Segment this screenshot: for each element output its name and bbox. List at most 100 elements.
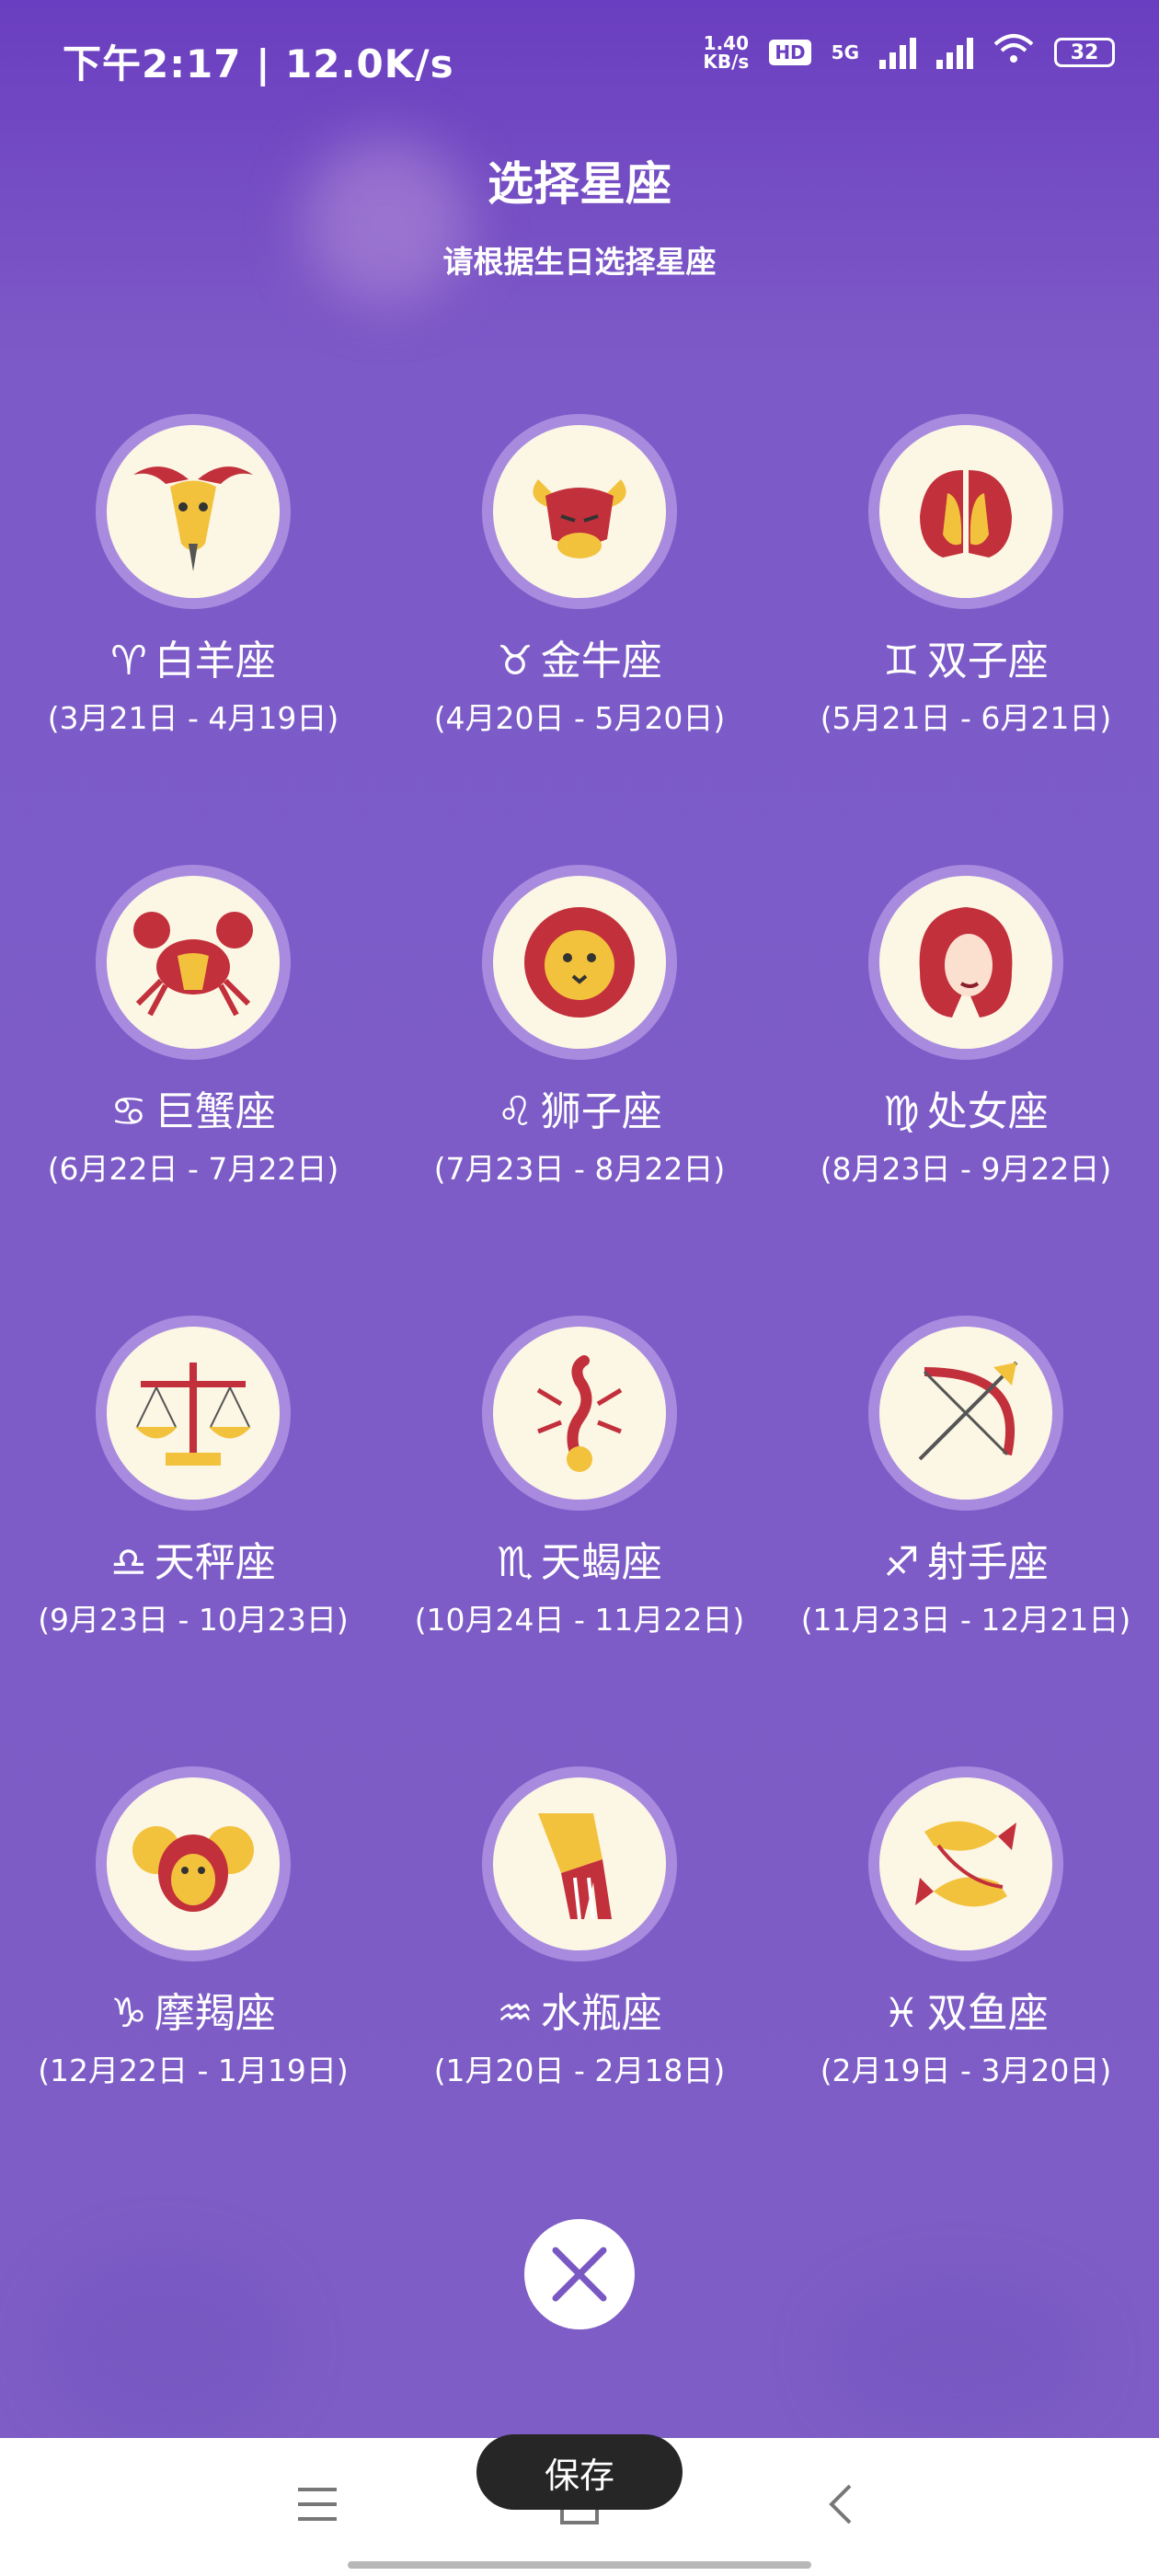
zodiac-avatar[interactable] — [482, 865, 677, 1060]
zodiac-item[interactable]: ♋ 巨蟹座 (6月22日 - 7月22日) — [0, 865, 386, 1251]
zodiac-name-text: 水瓶座 — [540, 1990, 662, 2037]
zodiac-name-text: 摩羯座 — [154, 1990, 276, 2037]
zodiac-dates: (12月22日 - 1月19日) — [38, 2053, 349, 2088]
zodiac-name: ♌ 狮子座 — [386, 1078, 773, 1137]
zodiac-item[interactable]: ♊ 双子座 (5月21日 - 6月21日) — [773, 414, 1159, 800]
zodiac-item[interactable]: ♑ 摩羯座 (12月22日 - 1月19日) — [0, 1766, 386, 2153]
page-subtitle: 请根据生日选择星座 — [442, 244, 717, 280]
zodiac-name: ♒ 水瓶座 — [386, 1980, 773, 2039]
libra-scales-icon — [107, 1327, 280, 1500]
page-title: 选择星座 — [488, 157, 671, 211]
zodiac-dates: (4月20日 - 5月20日) — [433, 700, 726, 736]
zodiac-name: ♋ 巨蟹座 — [0, 1078, 386, 1137]
zodiac-name-text: 金牛座 — [540, 638, 662, 684]
zodiac-avatar[interactable] — [868, 1766, 1063, 1961]
zodiac-symbol-icon: ♍ — [883, 1088, 920, 1135]
zodiac-name-text: 双鱼座 — [926, 1990, 1049, 2037]
zodiac-dates: (9月23日 - 10月23日) — [38, 1602, 349, 1638]
zodiac-name-text: 白羊座 — [154, 638, 276, 684]
zodiac-avatar[interactable] — [482, 414, 677, 609]
5g-label: 5G — [831, 41, 859, 63]
zodiac-symbol-icon: ♎ — [110, 1539, 147, 1586]
status-time: 下午2:17 | 12.0K/s — [63, 41, 454, 86]
zodiac-name: ♈ 白羊座 — [0, 627, 386, 686]
zodiac-item[interactable]: ♍ 处女座 (8月23日 - 9月22日) — [773, 865, 1159, 1251]
scorpio-scorpion-icon — [493, 1327, 666, 1500]
zodiac-name: ♉ 金牛座 — [386, 627, 773, 686]
zodiac-symbol-icon: ♑ — [110, 1990, 147, 2037]
zodiac-name-text: 射手座 — [926, 1539, 1049, 1586]
zodiac-avatar[interactable] — [96, 414, 291, 609]
zodiac-symbol-icon: ♉ — [497, 638, 534, 684]
zodiac-dates: (3月21日 - 4月19日) — [47, 700, 339, 736]
zodiac-symbol-icon: ♓ — [883, 1990, 920, 2037]
zodiac-name: ♍ 处女座 — [773, 1078, 1159, 1137]
virgo-maiden-icon — [879, 876, 1052, 1049]
wifi-icon — [993, 33, 1034, 72]
zodiac-dates: (6月22日 - 7月22日) — [47, 1151, 339, 1187]
zodiac-avatar[interactable] — [482, 1316, 677, 1511]
aries-ram-icon — [107, 425, 280, 598]
zodiac-dates: (5月21日 - 6月21日) — [820, 700, 1112, 736]
zodiac-symbol-icon: ♌ — [497, 1088, 534, 1135]
zodiac-name: ♐ 射手座 — [773, 1529, 1159, 1588]
zodiac-avatar[interactable] — [96, 865, 291, 1060]
hd-badge: HD — [769, 40, 811, 65]
gemini-twins-icon — [879, 425, 1052, 598]
cancer-crab-icon — [107, 876, 280, 1049]
capricorn-goat-icon — [107, 1777, 280, 1950]
taurus-bull-icon — [493, 425, 666, 598]
aquarius-water-icon — [493, 1777, 666, 1950]
zodiac-name: ♑ 摩羯座 — [0, 1980, 386, 2039]
back-icon[interactable] — [826, 2482, 854, 2530]
menu-icon[interactable] — [296, 2486, 339, 2526]
zodiac-dates: (11月23日 - 12月21日) — [800, 1602, 1131, 1638]
zodiac-name-text: 天蝎座 — [540, 1539, 662, 1586]
pisces-fish-icon — [879, 1777, 1052, 1950]
zodiac-item[interactable]: ♐ 射手座 (11月23日 - 12月21日) — [773, 1316, 1159, 1702]
zodiac-avatar[interactable] — [868, 414, 1063, 609]
zodiac-dates: (7月23日 - 8月22日) — [433, 1151, 726, 1187]
zodiac-item[interactable]: ♉ 金牛座 (4月20日 - 5月20日) — [386, 414, 773, 800]
zodiac-item[interactable]: ♏ 天蝎座 (10月24日 - 11月22日) — [386, 1316, 773, 1702]
save-button[interactable]: 保存 — [476, 2434, 683, 2510]
leo-lion-icon — [493, 876, 666, 1049]
zodiac-symbol-icon: ♋ — [110, 1088, 147, 1135]
zodiac-avatar[interactable] — [96, 1316, 291, 1511]
battery-icon: 32 — [1054, 38, 1115, 67]
zodiac-item[interactable]: ♈ 白羊座 (3月21日 - 4月19日) — [0, 414, 386, 800]
close-button[interactable] — [524, 2219, 635, 2329]
zodiac-dates: (10月24日 - 11月22日) — [414, 1602, 745, 1638]
zodiac-avatar[interactable] — [482, 1766, 677, 1961]
zodiac-avatar[interactable] — [868, 1316, 1063, 1511]
zodiac-name: ♊ 双子座 — [773, 627, 1159, 686]
zodiac-dates: (2月19日 - 3月20日) — [820, 2053, 1112, 2088]
zodiac-avatar[interactable] — [96, 1766, 291, 1961]
zodiac-name-text: 双子座 — [926, 638, 1049, 684]
zodiac-dates: (8月23日 - 9月22日) — [820, 1151, 1112, 1187]
zodiac-name-text: 处女座 — [926, 1088, 1049, 1135]
zodiac-name-text: 狮子座 — [540, 1088, 662, 1135]
zodiac-item[interactable]: ♎ 天秤座 (9月23日 - 10月23日) — [0, 1316, 386, 1702]
signal-icon-2 — [936, 36, 973, 69]
zodiac-item[interactable]: ♒ 水瓶座 (1月20日 - 2月18日) — [386, 1766, 773, 2153]
zodiac-name: ♏ 天蝎座 — [386, 1529, 773, 1588]
sagittarius-bow-icon — [879, 1327, 1052, 1500]
status-icons: 1.40 KB/s HD 5G 32 — [703, 33, 1115, 72]
zodiac-item[interactable]: ♌ 狮子座 (7月23日 - 8月22日) — [386, 865, 773, 1251]
zodiac-avatar[interactable] — [868, 865, 1063, 1060]
status-bar: 下午2:17 | 12.0K/s 1.40 KB/s HD 5G 32 — [0, 0, 1159, 120]
zodiac-symbol-icon: ♐ — [883, 1539, 920, 1586]
zodiac-name: ♓ 双鱼座 — [773, 1980, 1159, 2039]
zodiac-name-text: 天秤座 — [154, 1539, 276, 1586]
zodiac-symbol-icon: ♊ — [883, 638, 920, 684]
home-indicator — [348, 2561, 811, 2569]
zodiac-symbol-icon: ♒ — [497, 1990, 534, 2037]
zodiac-symbol-icon: ♈ — [110, 638, 147, 684]
zodiac-symbol-icon: ♏ — [497, 1539, 534, 1586]
zodiac-item[interactable]: ♓ 双鱼座 (2月19日 - 3月20日) — [773, 1766, 1159, 2153]
signal-icon — [879, 36, 916, 69]
zodiac-name-text: 巨蟹座 — [154, 1088, 276, 1135]
zodiac-dates: (1月20日 - 2月18日) — [433, 2053, 726, 2088]
net-speed: 1.40 KB/s — [703, 32, 750, 73]
